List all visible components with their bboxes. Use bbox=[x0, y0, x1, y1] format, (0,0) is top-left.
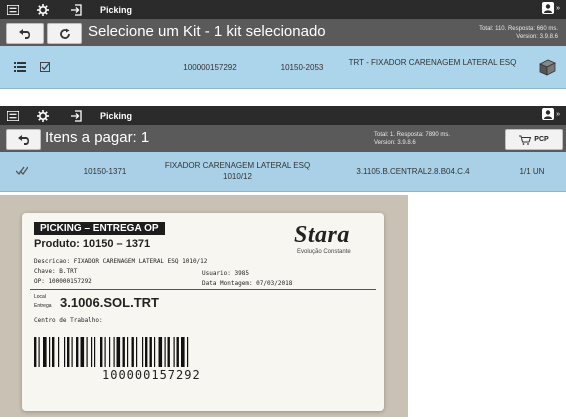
label-local-label-1: Local bbox=[34, 294, 46, 300]
menu-icon[interactable] bbox=[0, 0, 26, 19]
response-status: Total: 110. Resposta: 660 ms. Version: 3… bbox=[479, 25, 558, 41]
picking-kit-screen: Picking » Selecione um Kit - 1 kit selec… bbox=[0, 0, 566, 89]
more-chevron: » bbox=[556, 110, 560, 118]
items-to-pay-title: Itens a pagar: 1 bbox=[45, 129, 150, 146]
label-divider bbox=[30, 289, 376, 290]
label-user: Usuario: 3985 bbox=[202, 270, 249, 277]
status-version: Version: 3.9.8.6 bbox=[374, 140, 416, 146]
back-arrow-icon bbox=[17, 134, 29, 145]
item-location: 3.1105.B.CENTRAL2.8.B04.C.4 bbox=[356, 167, 470, 176]
item-row[interactable]: 10150-1371 FIXADOR CARENAGEM LATERAL ESQ… bbox=[0, 152, 566, 192]
item-quantity: 1/1 UN bbox=[519, 167, 545, 176]
label-mount-date: Data Montagem: 07/03/2018 bbox=[202, 280, 293, 287]
barcode bbox=[34, 337, 189, 367]
app-title: Picking bbox=[100, 4, 133, 15]
picking-items-screen: Picking » Itens a pagar: 1 Total: 1. Res… bbox=[0, 106, 566, 192]
cart-icon bbox=[519, 135, 532, 145]
label-local-label-2: Entrega bbox=[34, 303, 52, 309]
double-check-icon[interactable] bbox=[16, 166, 28, 176]
list-icon[interactable] bbox=[14, 62, 26, 72]
label-barcode-value: 100000157292 bbox=[102, 368, 201, 382]
exit-icon[interactable] bbox=[64, 0, 90, 19]
status-total: Total: 110. Resposta: 660 ms. bbox=[479, 26, 558, 32]
gear-icon[interactable] bbox=[30, 106, 56, 125]
exit-icon[interactable] bbox=[64, 106, 90, 125]
user-menu[interactable]: » bbox=[542, 2, 560, 14]
label-work-center: Centro de Trabalho: bbox=[34, 317, 103, 324]
app-top-bar-2: Picking » bbox=[0, 106, 566, 125]
user-icon bbox=[542, 108, 555, 120]
refresh-icon bbox=[59, 28, 70, 39]
app-top-bar: Picking » bbox=[0, 0, 566, 19]
kit-op-number: 100000157292 bbox=[183, 63, 237, 72]
label-op: OP: 100000157292 bbox=[34, 278, 92, 285]
label-brand-tagline: Evolução Constante bbox=[297, 249, 351, 255]
user-icon bbox=[542, 2, 555, 14]
back-arrow-icon bbox=[19, 28, 30, 39]
picking-label-photo: PICKING – ENTREGA OP Produto: 10150 – 13… bbox=[0, 195, 408, 417]
back-button[interactable] bbox=[6, 23, 44, 44]
app-title: Picking bbox=[100, 110, 133, 121]
status-version: Version: 3.9.8.6 bbox=[516, 34, 558, 40]
label-product: Produto: 10150 – 1371 bbox=[34, 238, 151, 250]
back-button[interactable] bbox=[6, 129, 41, 150]
label-description: Descricao: FIXADOR CARENAGEM LATERAL ESQ… bbox=[34, 258, 208, 265]
user-menu[interactable]: » bbox=[542, 108, 560, 120]
checkbox-checked-icon[interactable] bbox=[40, 62, 50, 72]
kit-description: TRT - FIXADOR CARENAGEM LATERAL ESQ bbox=[348, 58, 517, 67]
gear-icon[interactable] bbox=[30, 0, 56, 19]
picking-label: PICKING – ENTREGA OP Produto: 10150 – 13… bbox=[22, 213, 384, 411]
label-header: PICKING – ENTREGA OP bbox=[34, 222, 165, 235]
pcp-label: PCP bbox=[534, 136, 549, 143]
label-brand: Stara bbox=[294, 222, 350, 248]
item-code: 10150-1371 bbox=[83, 167, 127, 176]
status-total: Total: 1. Resposta: 7890 ms. bbox=[374, 132, 451, 138]
more-chevron: » bbox=[556, 4, 560, 12]
pcp-button[interactable]: PCP bbox=[505, 129, 563, 150]
kit-selection-title: Selecione um Kit - 1 kit selecionado bbox=[88, 23, 326, 40]
package-icon[interactable] bbox=[537, 57, 557, 77]
label-key: Chave: B.TRT bbox=[34, 268, 78, 275]
refresh-button[interactable] bbox=[47, 23, 82, 44]
item-description: FIXADOR CARENAGEM LATERAL ESQ 1010/12 bbox=[164, 161, 311, 181]
menu-icon[interactable] bbox=[0, 106, 26, 125]
kit-header-bar: Selecione um Kit - 1 kit selecionado Tot… bbox=[0, 19, 566, 46]
items-header-bar: Itens a pagar: 1 Total: 1. Resposta: 789… bbox=[0, 125, 566, 152]
label-local-value: 3.1006.SOL.TRT bbox=[60, 295, 159, 310]
kit-row[interactable]: 100000157292 10150-2053 TRT - FIXADOR CA… bbox=[0, 46, 566, 89]
kit-code: 10150-2053 bbox=[280, 63, 324, 72]
response-status: Total: 1. Resposta: 7890 ms. Version: 3.… bbox=[374, 131, 450, 147]
